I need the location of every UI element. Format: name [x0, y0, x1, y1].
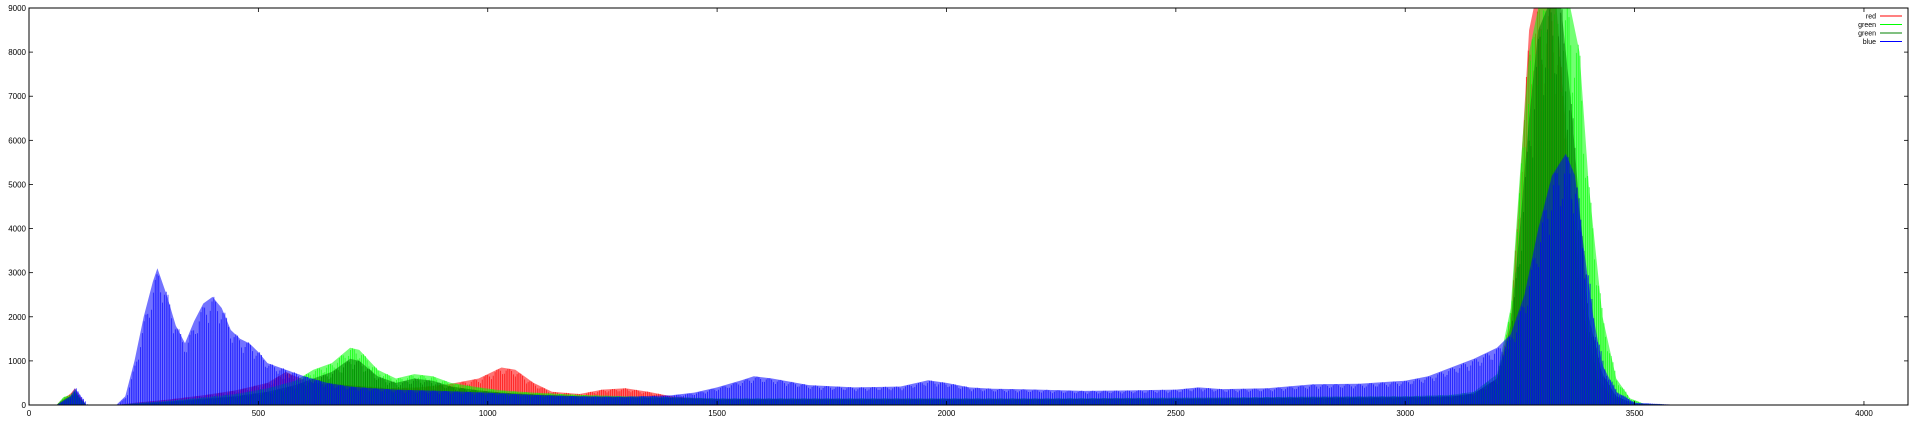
series-area — [29, 8, 1908, 405]
y-tick-label: 5000 — [8, 180, 26, 189]
y-tick-label: 8000 — [8, 48, 26, 57]
x-tick-label: 1500 — [708, 409, 726, 418]
y-tick-label: 0 — [22, 401, 27, 410]
y-tick-label: 9000 — [8, 4, 26, 13]
y-tick-label: 7000 — [8, 92, 26, 101]
x-tick-label: 1000 — [479, 409, 497, 418]
x-tick-label: 500 — [252, 409, 266, 418]
x-tick-label: 3000 — [1396, 409, 1414, 418]
series-spikes — [58, 9, 1680, 405]
series-area — [29, 8, 1908, 405]
series-layer — [29, 8, 1908, 405]
x-tick-label: 2500 — [1167, 409, 1185, 418]
legend-label: red — [1866, 14, 1876, 21]
series-area — [29, 8, 1908, 405]
series-green-dark — [29, 8, 1908, 405]
series-spikes — [58, 8, 1680, 405]
x-tick-label: 3500 — [1626, 409, 1644, 418]
legend-label: blue — [1863, 39, 1876, 46]
legend: redgreengreenblue — [1858, 14, 1902, 46]
axis-layer: 0 500 1000 1500 2000 2500 3000 3500 4000 0 1000 200… — [8, 4, 1908, 418]
y-tick-label: 4000 — [8, 225, 26, 234]
series-spikes — [58, 8, 1678, 405]
histogram-chart: 0 500 1000 1500 2000 2500 3000 3500 4000 0 1000 200… — [8, 4, 1909, 418]
legend-label: green — [1858, 22, 1876, 29]
series-area — [29, 153, 1908, 405]
y-tick-label: 6000 — [8, 136, 26, 145]
x-tick-label: 2000 — [938, 409, 956, 418]
y-tick-label: 3000 — [8, 269, 26, 278]
series-spikes — [59, 157, 1681, 405]
series-green — [29, 8, 1908, 405]
y-tick-label: 1000 — [8, 357, 26, 366]
series-blue — [29, 153, 1908, 405]
y-tick-label: 2000 — [8, 313, 26, 322]
plot-frame — [28, 7, 1909, 406]
legend-label: green — [1858, 31, 1876, 38]
series-red — [29, 8, 1908, 405]
x-tick-label: 0 — [27, 409, 32, 418]
x-tick-label: 4000 — [1855, 409, 1873, 418]
